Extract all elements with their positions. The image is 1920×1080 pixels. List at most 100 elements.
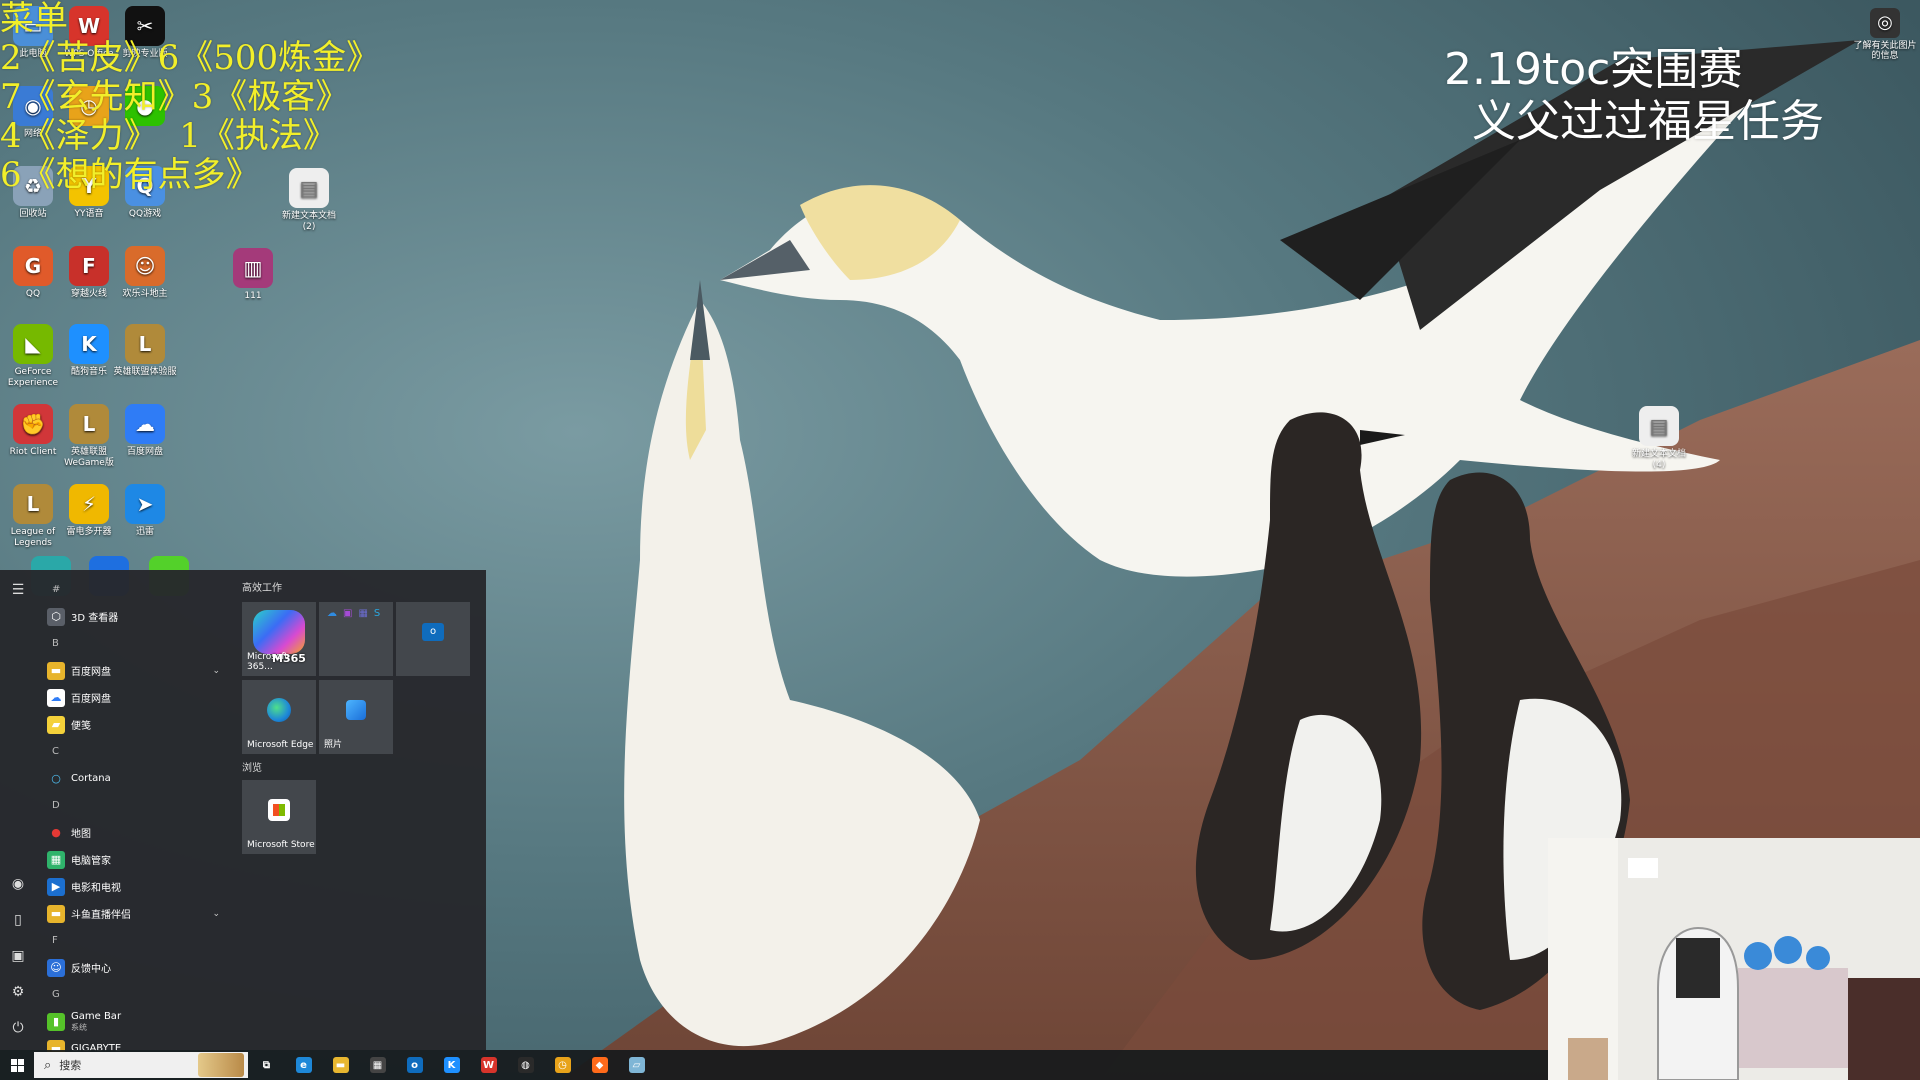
- photos-icon: [346, 699, 366, 720]
- desktop-shortcut-label: 欢乐斗地主: [122, 289, 168, 299]
- tile-outlook[interactable]: o: [396, 602, 470, 676]
- taskbar-app-button[interactable]: e: [285, 1050, 322, 1080]
- app-list-item-label: 百度网盘: [71, 694, 111, 705]
- desktop-shortcut[interactable]: ◎ 了解有关此图片的信息: [1852, 8, 1918, 61]
- webcam-overlay: [1548, 838, 1920, 1080]
- desktop-shortcut[interactable]: ➤ 迅雷: [112, 484, 178, 538]
- settings-icon[interactable]: ⚙: [6, 980, 30, 1004]
- user-icon[interactable]: ◉: [6, 872, 30, 896]
- desktop-shortcut[interactable]: ▤ 新建文本文档 (4): [1626, 406, 1692, 471]
- taskbar-search-box[interactable]: ⌕ 搜索: [34, 1052, 248, 1078]
- desktop-shortcut-label: 百度网盘: [126, 447, 163, 457]
- cortana-icon: ○: [51, 772, 61, 785]
- cube-icon: ⬡: [47, 607, 65, 626]
- app-list-item[interactable]: ▶ 电影和电视: [40, 873, 230, 900]
- app-list-item[interactable]: ☺ 反馈中心: [40, 954, 230, 981]
- office-mini-icons: ☁ ▣ ▦ S: [327, 608, 380, 619]
- folder-icon: ▬: [47, 904, 65, 923]
- taskbar-app-button[interactable]: ◆: [581, 1050, 618, 1080]
- app-list-item[interactable]: ▮ Game Bar 系统: [40, 1008, 230, 1035]
- chevron-down-icon: ⌄: [212, 665, 220, 676]
- taskbar-app-button[interactable]: W: [470, 1050, 507, 1080]
- desktop-shortcut[interactable]: L 英雄联盟体验服: [112, 324, 178, 378]
- desktop-shortcut-label: 英雄联盟体验服: [113, 367, 177, 377]
- lol-wegame-icon: L: [69, 404, 109, 444]
- tile-office-apps[interactable]: ☁ ▣ ▦ S: [319, 602, 393, 676]
- app-list-item[interactable]: ▬ 斗鱼直播伴侣 ⌄: [40, 900, 230, 927]
- taskbar-app-button[interactable]: ▬: [322, 1050, 359, 1080]
- tile-microsoft-365[interactable]: M365 Microsoft 365...: [242, 602, 316, 676]
- obs-icon: ◍: [517, 1057, 534, 1073]
- ldplayer-icon: ⚡: [69, 484, 109, 524]
- app-list-item-label: 斗鱼直播伴侣: [71, 910, 131, 921]
- search-icon: ⌕: [44, 1057, 52, 1073]
- app-list-item[interactable]: ⬡ 3D 查看器: [40, 603, 230, 630]
- taskbar-app-button[interactable]: ▦: [359, 1050, 396, 1080]
- archive-icon: ▥: [233, 248, 273, 288]
- document-icon[interactable]: ▯: [6, 908, 30, 932]
- taskbar-app-button[interactable]: ◷: [544, 1050, 581, 1080]
- app-list-item[interactable]: ☁ 百度网盘: [40, 684, 230, 711]
- announcement-overlay-text: 菜单 2《苦皮》6《500炼金》 7《玄先知》3《极客》 4《泽力》 1《执法》…: [0, 0, 381, 195]
- desktop-shortcut-label: 111: [244, 291, 262, 301]
- text-file-icon: ▤: [1639, 406, 1679, 446]
- power-icon[interactable]: ⏻: [6, 1016, 30, 1040]
- tile-photos[interactable]: 照片: [319, 680, 393, 754]
- desktop-shortcut[interactable]: ☁ 百度网盘: [112, 404, 178, 458]
- desktop-shortcut[interactable]: ▥ 111: [220, 248, 286, 302]
- app-list-letter-header[interactable]: #: [40, 576, 230, 603]
- lol-pbe-icon: L: [125, 324, 165, 364]
- douyu-icon: ◆: [591, 1057, 608, 1073]
- menu-icon[interactable]: ☰: [6, 578, 30, 602]
- app-list-item-label: 地图: [71, 829, 91, 840]
- app-list-item[interactable]: ▰ 便笺: [40, 711, 230, 738]
- folder-icon: ▬: [47, 661, 65, 680]
- app-list-item[interactable]: ● 地图: [40, 819, 230, 846]
- info-icon: ◎: [1870, 8, 1900, 38]
- app-list-item[interactable]: ▦ 电脑管家: [40, 846, 230, 873]
- app-list-letter-header[interactable]: B: [40, 630, 230, 657]
- tile-group-label: 浏览: [242, 763, 262, 774]
- edge-icon: e: [295, 1057, 312, 1073]
- outlook-icon: o: [406, 1057, 423, 1073]
- xunlei-icon: ➤: [125, 484, 165, 524]
- search-placeholder: 搜索: [59, 1059, 82, 1072]
- movies-icon: ▶: [47, 877, 65, 896]
- app-list-item-label: 反馈中心: [71, 964, 111, 975]
- app-list-item-label: 3D 查看器: [71, 613, 119, 624]
- app-list-letter-header[interactable]: C: [40, 738, 230, 765]
- pictures-icon[interactable]: ▣: [6, 944, 30, 968]
- tile-microsoft-edge[interactable]: Microsoft Edge: [242, 680, 316, 754]
- baidu-netdisk-icon: ☁: [125, 404, 165, 444]
- file-explorer-icon: ▬: [332, 1057, 349, 1073]
- taskbar-app-button[interactable]: ▱: [618, 1050, 655, 1080]
- tile-label: 照片: [324, 740, 343, 750]
- desktop-shortcut-label: 迅雷: [135, 527, 154, 537]
- taskbar-app-button[interactable]: K: [433, 1050, 470, 1080]
- riot-icon: ✊: [13, 404, 53, 444]
- app-list-letter-header[interactable]: F: [40, 927, 230, 954]
- taskbar-app-button[interactable]: o: [396, 1050, 433, 1080]
- app-list-letter-header[interactable]: G: [40, 981, 230, 1008]
- tile-microsoft-store[interactable]: Microsoft Store: [242, 780, 316, 854]
- start-menu: ☰ ◉ ▯ ▣ ⚙ ⏻ # ⬡ 3D 查看器 B ▬ 百度网盘 ⌄ ☁ 百度网盘 ▰ 便笺 C ○ Cor…: [0, 570, 486, 1058]
- app-list-item-sublabel: 系统: [71, 1022, 87, 1032]
- wps-icon: W: [480, 1057, 497, 1073]
- app-list-item[interactable]: ○ Cortana: [40, 765, 230, 792]
- taskbar-app-button[interactable]: ◍: [507, 1050, 544, 1080]
- app-list-item-label: 电脑管家: [71, 856, 111, 867]
- app-list-letter-header[interactable]: D: [40, 792, 230, 819]
- desktop-shortcut[interactable]: ☺ 欢乐斗地主: [112, 246, 178, 300]
- app-icon: ◷: [554, 1057, 571, 1073]
- taskbar-app-button[interactable]: ⧉: [248, 1050, 285, 1080]
- start-menu-rail: ☰ ◉ ▯ ▣ ⚙ ⏻: [0, 570, 36, 1050]
- app-list-item[interactable]: ▬ 百度网盘 ⌄: [40, 657, 230, 684]
- lol-icon: L: [13, 484, 53, 524]
- start-button[interactable]: [0, 1050, 34, 1080]
- store-icon: ▦: [369, 1057, 386, 1073]
- kugou-icon: K: [69, 324, 109, 364]
- app-list: # ⬡ 3D 查看器 B ▬ 百度网盘 ⌄ ☁ 百度网盘 ▰ 便笺 C ○ Cortana D ● 地图 ▦ 电脑管…: [40, 576, 230, 1062]
- tile-label: Microsoft Edge: [247, 740, 314, 750]
- app-list-item-label: Cortana: [71, 773, 111, 784]
- pc-manager-icon: ▦: [47, 850, 65, 869]
